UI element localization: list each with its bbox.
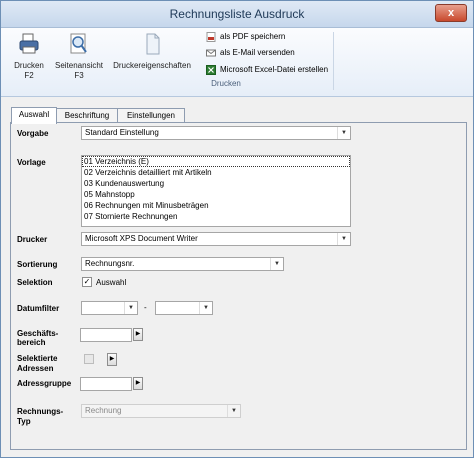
chevron-down-icon: ▼ — [270, 258, 283, 270]
sortierung-select[interactable]: Rechnungsnr. ▼ — [81, 257, 284, 271]
rechnungstyp-select[interactable]: Rechnung ▼ — [81, 404, 241, 418]
arrow-right-icon: ▶ — [135, 380, 141, 386]
send-email-label: als E-Mail versenden — [220, 48, 295, 57]
vorgabe-select[interactable]: Standard Einstellung ▼ — [81, 126, 351, 140]
selektion-label: Selektion — [17, 278, 53, 287]
list-item[interactable]: 03 Kundenauswertung — [82, 178, 350, 189]
list-item[interactable]: 01 Verzeichnis (E) — [82, 156, 350, 167]
preview-label: Seitenansicht — [54, 61, 104, 70]
date-to-select[interactable]: ▼ — [155, 301, 213, 315]
printer-properties-button[interactable]: Druckereigenschaften — [109, 32, 195, 71]
chevron-down-icon: ▼ — [124, 302, 137, 314]
document-icon — [146, 33, 160, 55]
vorlage-label: Vorlage — [17, 158, 46, 167]
ribbon-group-label: Drucken — [211, 79, 241, 88]
chevron-down-icon: ▼ — [227, 405, 240, 417]
magnifier-icon — [70, 33, 87, 54]
adressgruppe-input[interactable] — [80, 377, 132, 391]
dialog-window: Rechnungsliste Ausdruck x Drucken F2 Sei… — [0, 0, 474, 458]
print-shortcut: F2 — [24, 71, 34, 80]
rechnungstyp-label-line2: Typ — [17, 417, 31, 426]
rechnungstyp-label-line1: Rechnungs- — [17, 407, 64, 416]
chevron-down-icon: ▼ — [337, 233, 350, 245]
list-item[interactable]: 02 Verzeichnis detailliert mit Artikeln — [82, 167, 350, 178]
send-email-button[interactable]: als E-Mail versenden — [206, 46, 295, 60]
drucker-value: Microsoft XPS Document Writer — [85, 234, 198, 243]
list-item[interactable]: 06 Rechnungen mit Minusbeträgen — [82, 200, 350, 211]
selektierte-adressen-label-line2: Adressen — [17, 364, 54, 373]
sortierung-label: Sortierung — [17, 260, 58, 269]
printer-properties-label: Druckereigenschaften — [113, 61, 191, 70]
tab-auswahl[interactable]: Auswahl — [11, 107, 57, 124]
selektierte-adressen-checkbox[interactable] — [84, 354, 94, 364]
ribbon-toolbar: Drucken F2 Seitenansicht F3 Druckereigen… — [1, 28, 473, 97]
vorgabe-label: Vorgabe — [17, 129, 49, 138]
selektierte-adressen-label-line1: Selektierte — [17, 354, 58, 363]
auswahl-checkbox[interactable]: ✓ — [82, 277, 92, 287]
preview-button[interactable]: Seitenansicht F3 — [51, 32, 107, 81]
vorgabe-value: Standard Einstellung — [85, 128, 159, 137]
geschaeftsbereich-input[interactable] — [80, 328, 132, 342]
create-excel-button[interactable]: Microsoft Excel-Datei erstellen — [206, 63, 328, 77]
close-button[interactable]: x — [435, 4, 467, 22]
drucker-select[interactable]: Microsoft XPS Document Writer ▼ — [81, 232, 351, 246]
geschaeftsbereich-picker-button[interactable]: ▶ — [133, 328, 143, 341]
excel-icon — [206, 64, 216, 75]
chevron-down-icon: ▼ — [337, 127, 350, 139]
title-bar: Rechnungsliste Ausdruck x — [1, 1, 473, 28]
pdf-icon — [206, 31, 216, 42]
window-title: Rechnungsliste Ausdruck — [169, 7, 305, 21]
drucker-label: Drucker — [17, 235, 48, 244]
print-label: Drucken — [14, 61, 44, 70]
tab-einstellungen[interactable]: Einstellungen — [117, 108, 185, 123]
arrow-right-icon: ▶ — [135, 331, 141, 337]
selektierte-adressen-picker-button[interactable]: ▶ — [107, 353, 117, 366]
arrow-right-icon: ▶ — [109, 356, 115, 362]
adressgruppe-label: Adressgruppe — [17, 379, 72, 388]
email-icon — [206, 49, 216, 57]
date-range-separator: - — [144, 303, 147, 312]
print-button[interactable]: Drucken F2 — [9, 32, 49, 81]
checkmark-icon: ✓ — [83, 277, 91, 286]
auswahl-checkbox-label: Auswahl — [96, 278, 127, 287]
create-excel-label: Microsoft Excel-Datei erstellen — [220, 65, 329, 74]
preview-shortcut: F3 — [74, 71, 84, 80]
adressgruppe-picker-button[interactable]: ▶ — [133, 377, 143, 390]
chevron-down-icon: ▼ — [199, 302, 212, 314]
datumfilter-label: Datumfilter — [17, 304, 60, 313]
rechnungstyp-value: Rechnung — [85, 406, 122, 415]
ribbon-group-separator — [333, 32, 334, 90]
save-pdf-button[interactable]: als PDF speichern — [206, 30, 285, 44]
vorlage-listbox[interactable]: 01 Verzeichnis (E) 02 Verzeichnis detail… — [81, 155, 351, 227]
printer-icon — [19, 33, 39, 54]
geschaeftsbereich-label-line2: bereich — [17, 338, 46, 347]
date-from-select[interactable]: ▼ — [81, 301, 138, 315]
list-item[interactable]: 07 Stornierte Rechnungen — [82, 211, 350, 222]
save-pdf-label: als PDF speichern — [220, 32, 286, 41]
sortierung-value: Rechnungsnr. — [85, 259, 135, 268]
list-item[interactable]: 05 Mahnstopp — [82, 189, 350, 200]
tab-beschriftung[interactable]: Beschriftung — [56, 108, 118, 123]
